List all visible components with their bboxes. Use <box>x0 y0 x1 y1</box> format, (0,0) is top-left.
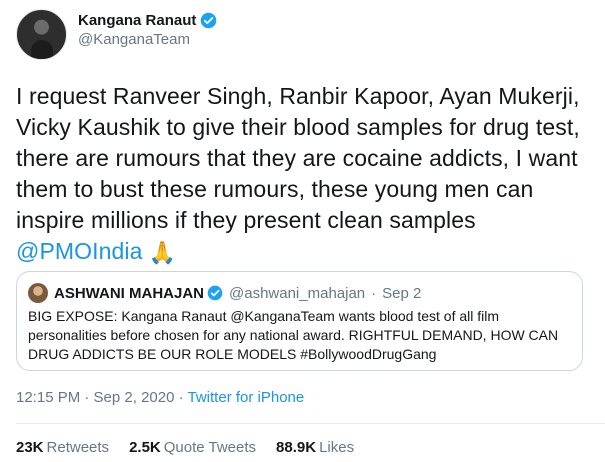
quote-tweets-stat[interactable]: 2.5K Quote Tweets <box>129 439 256 456</box>
quote-tweets-label: Quote Tweets <box>163 439 257 456</box>
divider <box>16 423 605 424</box>
tweet-header: Kangana Ranaut @KanganaTeam <box>16 9 217 60</box>
retweets-label: Retweets <box>46 439 110 456</box>
quoted-date: Sep 2 <box>382 284 422 302</box>
engagement-stats: 23K Retweets 2.5K Quote Tweets 88.9K Likes <box>16 439 374 456</box>
quoted-author-avatar <box>28 283 48 303</box>
author-info: Kangana Ranaut @KanganaTeam <box>78 12 217 48</box>
quoted-tweet-text: BIG EXPOSE: Kangana Ranaut @KanganaTeam … <box>28 308 559 362</box>
quoted-author-name: ASHWANI MAHAJAN <box>54 284 204 302</box>
quoted-separator: · <box>371 284 377 302</box>
meta-separator: · <box>178 389 184 406</box>
retweets-stat[interactable]: 23K Retweets <box>16 439 109 456</box>
author-name-row: Kangana Ranaut <box>78 12 217 29</box>
verified-badge-icon <box>201 12 217 29</box>
likes-label: Likes <box>319 439 355 456</box>
mention-link[interactable]: @PMOIndia <box>16 238 143 264</box>
retweets-count: 23K <box>16 439 44 456</box>
author-name[interactable]: Kangana Ranaut <box>78 12 196 29</box>
author-handle[interactable]: @KanganaTeam <box>78 31 217 48</box>
quoted-tweet[interactable]: ASHWANI MAHAJAN @ashwani_mahajan · Sep 2… <box>16 271 583 371</box>
tweet-source-link[interactable]: Twitter for iPhone <box>188 389 305 406</box>
quoted-tweet-header: ASHWANI MAHAJAN @ashwani_mahajan · Sep 2 <box>28 283 421 303</box>
tweet-meta: 12:15 PM · Sep 2, 2020 · Twitter for iPh… <box>16 389 304 406</box>
folded-hands-icon: 🙏 <box>148 240 177 265</box>
quoted-author-handle: @ashwani_mahajan <box>229 284 366 302</box>
quote-tweets-count: 2.5K <box>129 439 161 456</box>
author-avatar[interactable] <box>16 9 67 60</box>
tweet-card: Kangana Ranaut @KanganaTeam I request Ra… <box>0 0 605 462</box>
tweet-timestamp[interactable]: 12:15 PM · Sep 2, 2020 <box>16 389 174 406</box>
tweet-text: I request Ranveer Singh, Ranbir Kapoor, … <box>16 81 596 268</box>
quoted-verified-badge-icon <box>207 285 223 301</box>
likes-count: 88.9K <box>276 439 317 456</box>
tweet-body: I request Ranveer Singh, Ranbir Kapoor, … <box>16 83 580 233</box>
likes-stat[interactable]: 88.9K Likes <box>276 439 354 456</box>
